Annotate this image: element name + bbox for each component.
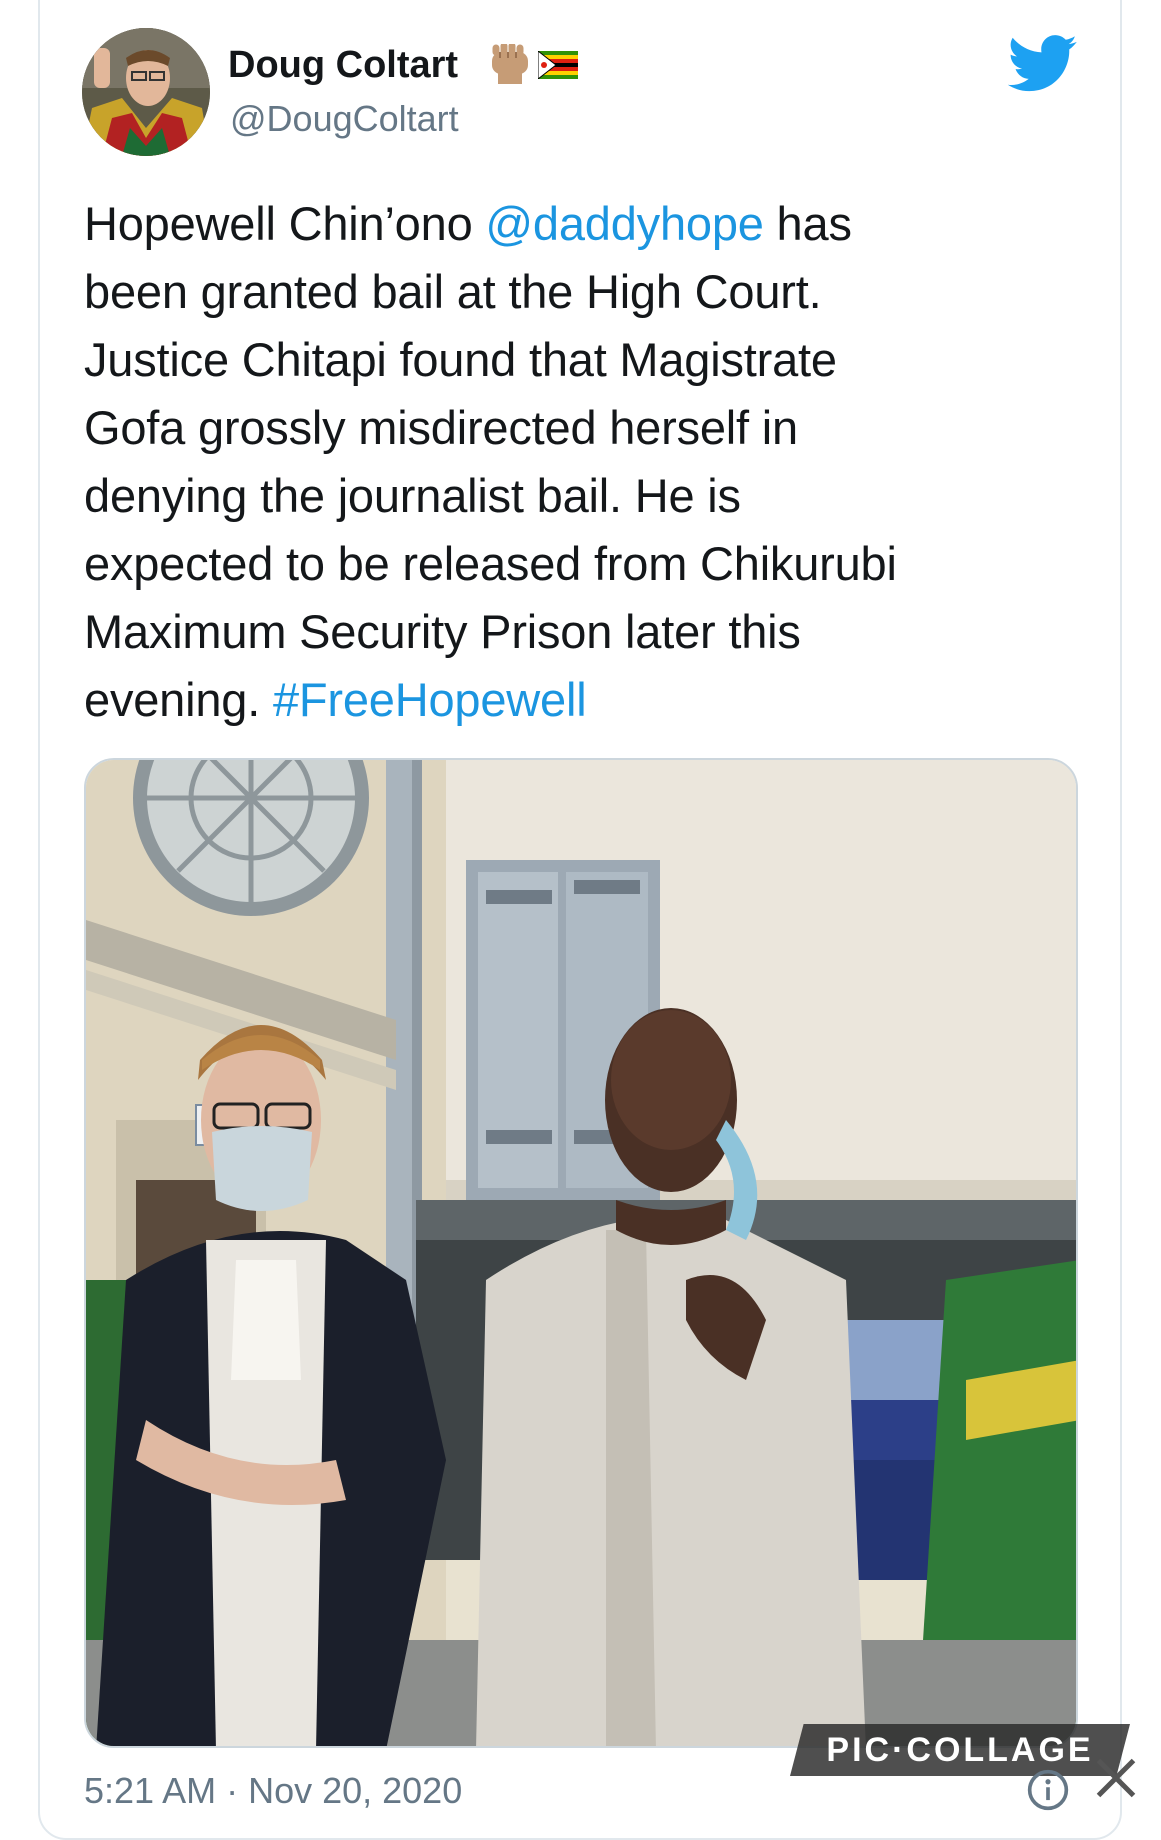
raised-fist-emoji (492, 44, 528, 84)
name-emojis (488, 44, 578, 86)
tweet-line: Maximum Security Prison later this (84, 605, 801, 658)
tweet-text: Hopewell Chin’ono @daddyhope has been gr… (84, 190, 1064, 734)
tweet-line: Justice Chitapi found that Magistrate (84, 333, 837, 386)
tweet-line: Hopewell Chin’ono @daddyhope has (84, 190, 1064, 258)
user-handle[interactable]: @DougColtart (230, 98, 459, 140)
mention-link[interactable]: @daddyhope (485, 197, 764, 250)
tweet-line: Gofa grossly misdirected herself in (84, 401, 798, 454)
tweet-line: evening. #FreeHopewell (84, 666, 1064, 734)
tweet-text-segment: evening. (84, 673, 273, 726)
hashtag-link[interactable]: #FreeHopewell (273, 673, 587, 726)
tweet-line: expected to be released from Chikurubi (84, 537, 897, 590)
tweet-line: denying the journalist bail. He is (84, 469, 741, 522)
tweet-text-segment: has (763, 197, 852, 250)
avatar-image (82, 28, 210, 156)
avatar[interactable] (82, 28, 210, 156)
tweet-text-segment: Hopewell Chin’ono (84, 197, 486, 250)
tweet-photo[interactable] (84, 758, 1078, 1748)
pic-collage-watermark: PIC·COLLAGE (790, 1724, 1130, 1776)
photo-image (86, 760, 1076, 1746)
twitter-bird-icon[interactable] (1008, 34, 1078, 94)
display-name[interactable]: Doug Coltart (228, 44, 458, 87)
tweet-line: been granted bail at the High Court. (84, 265, 822, 318)
zimbabwe-flag-emoji (538, 51, 578, 79)
close-icon[interactable] (1086, 1748, 1146, 1808)
info-icon[interactable] (1026, 1768, 1070, 1812)
tweet-timestamp[interactable]: 5:21 AM · Nov 20, 2020 (84, 1770, 462, 1812)
